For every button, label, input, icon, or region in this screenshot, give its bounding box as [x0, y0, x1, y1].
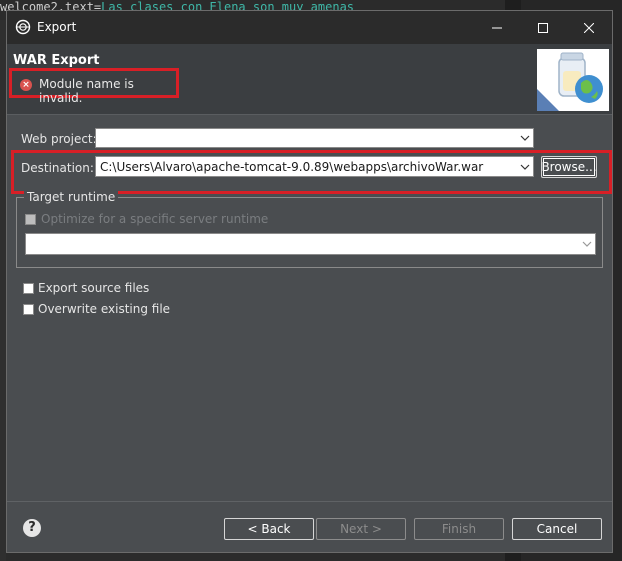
- finish-button[interactable]: Finish: [414, 518, 504, 540]
- destination-combo[interactable]: C:\Users\Alvaro\apache-tomcat-9.0.89\web…: [95, 156, 534, 177]
- export-source-checkbox[interactable]: [23, 283, 34, 294]
- cancel-button[interactable]: Cancel: [512, 518, 602, 540]
- chevron-down-icon: [517, 157, 533, 176]
- overwrite-checkbox[interactable]: [23, 304, 34, 315]
- chevron-down-icon: [579, 234, 595, 254]
- optimize-checkbox[interactable]: [25, 214, 36, 225]
- close-button[interactable]: [566, 11, 612, 44]
- overwrite-label: Overwrite existing file: [38, 302, 171, 316]
- window-title: Export: [37, 20, 77, 34]
- error-message: Module name is invalid.: [39, 77, 134, 105]
- optimize-label: Optimize for a specific server runtime: [41, 212, 269, 226]
- footer-separator: [7, 501, 612, 502]
- target-runtime-label: Target runtime: [24, 190, 119, 204]
- wizard-title: WAR Export: [13, 53, 100, 68]
- error-highlight: × Module name is invalid.: [9, 68, 179, 105]
- war-export-banner-icon: [537, 49, 609, 111]
- back-button[interactable]: < Back: [224, 518, 314, 540]
- export-dialog: Export WAR Export × Module name is inval…: [6, 10, 613, 553]
- title-bar[interactable]: Export: [7, 11, 612, 44]
- error-icon: ×: [20, 79, 32, 91]
- maximize-button[interactable]: [520, 11, 566, 44]
- export-source-label: Export source files: [38, 281, 150, 295]
- maximize-icon: [538, 22, 548, 33]
- next-button[interactable]: Next >: [316, 518, 406, 540]
- runtime-combo[interactable]: [25, 233, 596, 255]
- close-icon: [584, 22, 594, 33]
- web-project-combo[interactable]: [95, 128, 534, 148]
- help-icon[interactable]: ?: [23, 519, 41, 537]
- browse-button[interactable]: Browse...: [541, 156, 597, 178]
- eclipse-icon: [15, 19, 31, 35]
- wizard-header: WAR Export × Module name is invalid.: [7, 44, 612, 115]
- minimize-button[interactable]: [474, 11, 520, 44]
- web-project-label: Web project:: [21, 132, 97, 146]
- destination-label: Destination:: [21, 161, 94, 175]
- minimize-icon: [492, 27, 502, 28]
- destination-value: C:\Users\Alvaro\apache-tomcat-9.0.89\web…: [100, 160, 484, 174]
- chevron-down-icon: [517, 129, 533, 147]
